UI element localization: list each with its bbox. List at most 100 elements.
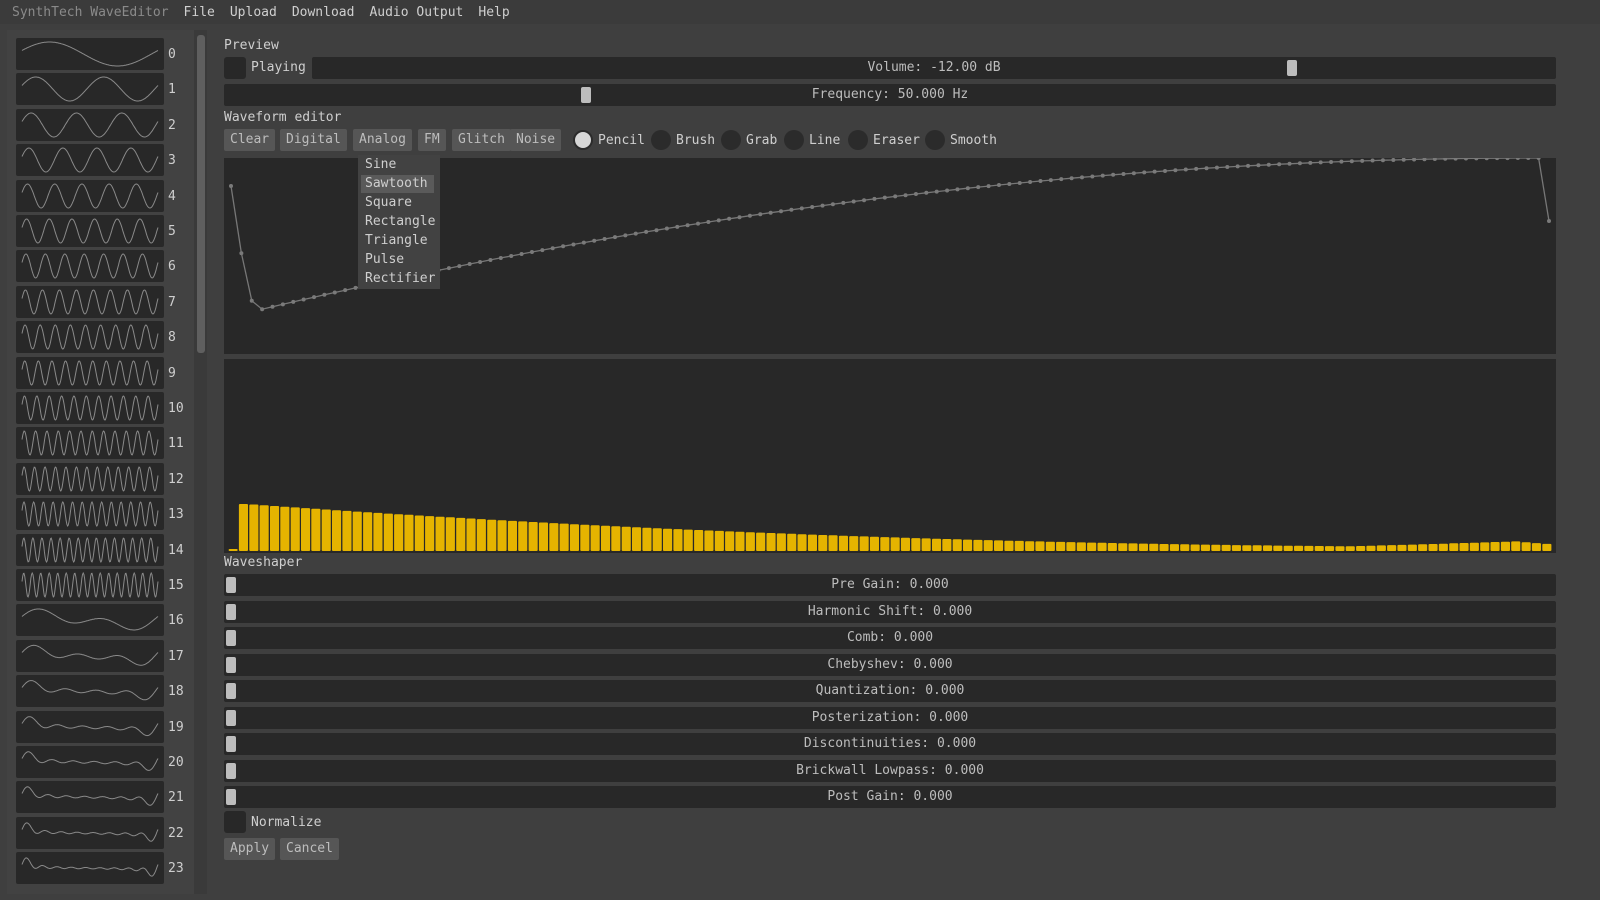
waveshaper-slider[interactable]: Comb: 0.000	[224, 627, 1556, 649]
waveshaper-slider-thumb[interactable]	[226, 630, 236, 646]
wavetable-item[interactable]	[16, 498, 164, 531]
cancel-button[interactable]: Cancel	[280, 838, 339, 860]
wavetable-item[interactable]	[16, 215, 164, 247]
wavetable-item[interactable]	[16, 675, 164, 708]
wavetable-item-number: 4	[168, 188, 176, 204]
menu-item-triangle[interactable]: Triangle	[361, 232, 434, 250]
pencil-radio[interactable]	[573, 130, 593, 150]
wave-thumbnail-line	[21, 680, 159, 701]
eraser-radio[interactable]	[848, 130, 868, 150]
wavetable-item[interactable]	[16, 746, 164, 778]
menu-item-sine[interactable]: Sine	[361, 156, 434, 174]
brush-radio[interactable]	[651, 130, 671, 150]
menu-file[interactable]: File	[184, 5, 215, 20]
spectrum-canvas[interactable]	[224, 359, 1556, 553]
wavetable-item[interactable]	[16, 852, 164, 885]
volume-thumb[interactable]	[1286, 60, 1297, 76]
waveshaper-slider-thumb[interactable]	[226, 656, 236, 673]
wavetable-item[interactable]	[16, 179, 164, 212]
playing-checkbox[interactable]	[224, 57, 246, 79]
waveshaper-slider-thumb[interactable]	[226, 762, 236, 779]
menu-help[interactable]: Help	[478, 5, 509, 20]
wavetable-item[interactable]	[16, 144, 164, 177]
spectrum-bar	[1200, 544, 1210, 551]
wavetable-item[interactable]	[16, 639, 164, 672]
menu-item-sawtooth[interactable]: Sawtooth	[361, 175, 434, 193]
waveshaper-slider[interactable]: Harmonic Shift: 0.000	[224, 600, 1556, 623]
spectrum-bar	[963, 539, 973, 551]
spectrum-bar	[1190, 544, 1200, 551]
menu-audio-output[interactable]: Audio Output	[369, 5, 463, 20]
wavetable-item[interactable]	[16, 73, 164, 106]
frequency-thumb[interactable]	[580, 87, 591, 103]
waveform-point	[1183, 167, 1188, 172]
spectrum-bar	[1128, 543, 1138, 551]
volume-slider[interactable]: Volume: -12.00 dB	[312, 57, 1556, 79]
waveshaper-slider[interactable]: Chebyshev: 0.000	[224, 653, 1556, 676]
wavetable-item[interactable]	[16, 462, 164, 495]
waveform-point	[1318, 160, 1323, 165]
fm-button[interactable]: FM	[418, 129, 446, 151]
wavetable-item[interactable]	[16, 816, 164, 849]
wavetable-item[interactable]	[16, 285, 164, 318]
wavetable-item[interactable]	[16, 250, 164, 283]
menu-download[interactable]: Download	[292, 5, 355, 20]
waveshaper-slider-thumb[interactable]	[226, 577, 236, 593]
smooth-radio[interactable]	[925, 130, 945, 150]
waveform-point	[1017, 180, 1022, 185]
wavetable-item[interactable]	[16, 781, 164, 814]
sidebar-scrollbar[interactable]	[194, 30, 207, 894]
analog-button[interactable]: Analog	[353, 129, 412, 151]
normalize-checkbox[interactable]	[224, 811, 246, 833]
wavetable-item-number: 12	[168, 471, 184, 487]
menu-item-rectifier[interactable]: Rectifier	[361, 270, 435, 288]
waveform-point	[1214, 165, 1219, 170]
spectrum-bar	[321, 509, 331, 551]
digital-button[interactable]: Digital	[280, 129, 347, 151]
waveshaper-slider[interactable]: Posterization: 0.000	[224, 706, 1556, 729]
wave-thumbnail-line	[21, 430, 159, 457]
spectrum-bar	[373, 512, 383, 551]
waveshaper-slider-thumb[interactable]	[226, 736, 236, 752]
wavetable-item[interactable]	[16, 321, 164, 354]
grab-radio[interactable]	[721, 130, 741, 150]
wavetable-item[interactable]	[16, 356, 164, 389]
noise-button[interactable]: Noise	[510, 129, 562, 151]
wavetable-item[interactable]	[16, 710, 164, 743]
waveform-point	[1111, 172, 1116, 177]
line-radio[interactable]	[784, 130, 804, 150]
waveshaper-slider-thumb[interactable]	[226, 603, 236, 620]
waveform-point	[1412, 157, 1417, 162]
wavetable-item[interactable]	[16, 533, 164, 566]
waveform-point	[644, 229, 649, 234]
waveshaper-slider-thumb[interactable]	[226, 709, 236, 726]
wave-thumbnail-line	[21, 76, 159, 102]
spectrum-plot[interactable]	[224, 359, 1556, 553]
waveshaper-slider[interactable]: Brickwall Lowpass: 0.000	[224, 759, 1556, 782]
menu-item-rectangle[interactable]: Rectangle	[361, 213, 435, 231]
scrollbar-thumb[interactable]	[197, 35, 205, 353]
waveshaper-slider[interactable]: Quantization: 0.000	[224, 680, 1556, 702]
apply-button[interactable]: Apply	[224, 838, 276, 860]
menu-upload[interactable]: Upload	[230, 5, 277, 20]
wavetable-item[interactable]	[16, 427, 164, 460]
waveshaper-slider[interactable]: Post Gain: 0.000	[224, 786, 1556, 808]
wavetable-item[interactable]	[16, 604, 164, 637]
wavetable-item[interactable]	[16, 108, 164, 141]
menu-item-square[interactable]: Square	[361, 194, 434, 212]
waveshaper-slider-thumb[interactable]	[226, 683, 236, 699]
waveshaper-slider[interactable]: Discontinuities: 0.000	[224, 733, 1556, 755]
wavetable-item[interactable]	[16, 569, 164, 601]
spectrum-bar	[1376, 545, 1386, 551]
waveform-point	[602, 236, 607, 241]
frequency-slider[interactable]: Frequency: 50.000 Hz	[224, 84, 1556, 106]
menu-item-pulse[interactable]: Pulse	[361, 251, 434, 269]
waveshaper-slider-label: Harmonic Shift: 0.000	[807, 603, 973, 619]
waveshaper-slider-thumb[interactable]	[226, 789, 236, 805]
wavetable-item[interactable]	[16, 392, 164, 424]
wave-thumbnail-line	[21, 395, 159, 421]
clear-button[interactable]: Clear	[224, 129, 276, 151]
waveshaper-slider[interactable]: Pre Gain: 0.000	[224, 574, 1556, 596]
wavetable-item[interactable]	[16, 38, 164, 70]
glitch-button[interactable]: Glitch	[452, 129, 511, 151]
